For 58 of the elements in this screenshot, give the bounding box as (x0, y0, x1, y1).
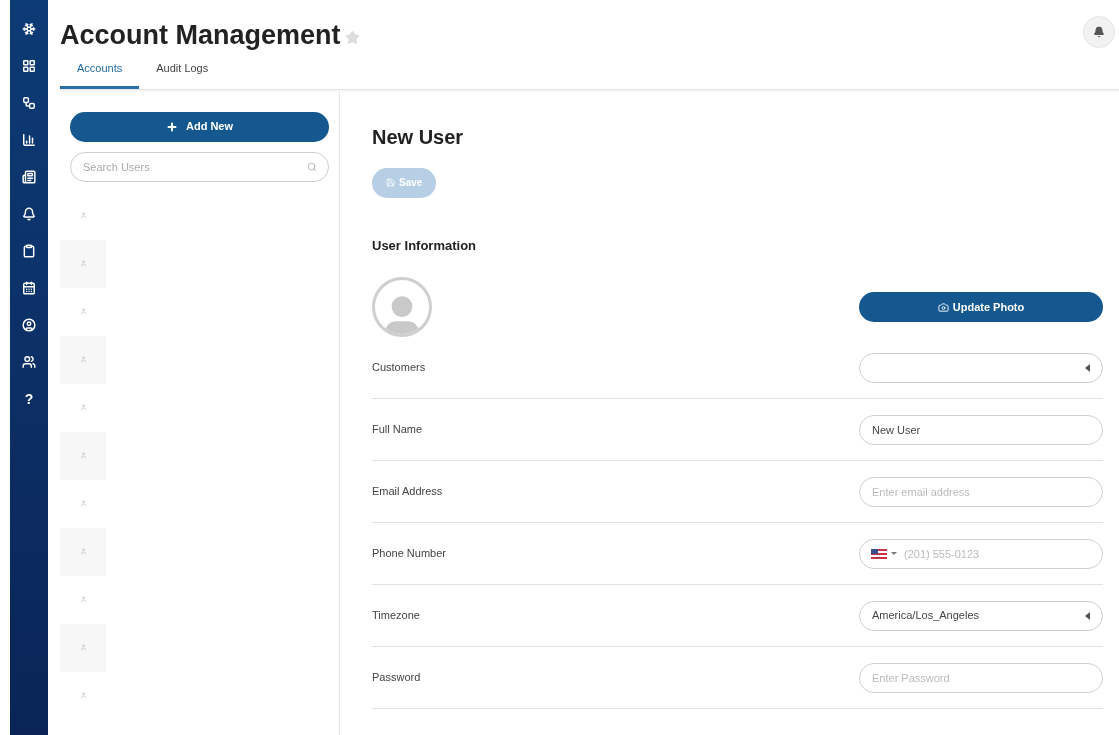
field-label: Customers (372, 360, 426, 376)
flow-icon[interactable] (22, 96, 36, 110)
user-icon (79, 644, 87, 651)
snowflake-logo-icon[interactable] (22, 22, 36, 36)
user-icon (79, 308, 87, 315)
caret-icon (1085, 611, 1090, 620)
search-field[interactable]: Search Users (70, 151, 329, 182)
user-icon (79, 356, 87, 363)
field-label: Email Address (372, 484, 443, 500)
page-title: Account Management (60, 22, 341, 49)
user-row[interactable] (60, 623, 106, 672)
camera-icon (937, 301, 949, 313)
help-icon[interactable]: ? (24, 392, 34, 406)
field-label: Password (372, 670, 421, 686)
avatar-placeholder (372, 277, 432, 337)
user-icon (79, 452, 87, 459)
user-icon (79, 500, 87, 507)
caret-icon (1085, 363, 1090, 372)
caret-icon (891, 552, 897, 555)
plus-icon (165, 120, 178, 133)
search-icon (307, 161, 317, 172)
user-circle-icon[interactable] (22, 318, 36, 332)
select-field[interactable]: America/Los_Angeles (859, 600, 1103, 631)
calendar-icon[interactable] (22, 281, 36, 295)
input-field[interactable]: New User (859, 414, 1103, 445)
grid-icon[interactable] (22, 59, 36, 73)
input-field[interactable]: Enter email address (859, 476, 1103, 507)
flag-icon[interactable] (871, 548, 887, 559)
field-label: Full Name (372, 422, 423, 438)
clipboard-icon[interactable] (22, 244, 36, 258)
user-row[interactable] (60, 335, 106, 384)
user-row[interactable] (60, 527, 106, 576)
notifications-button[interactable] (1083, 16, 1115, 48)
chart-icon[interactable] (22, 133, 36, 147)
bell-icon (1093, 26, 1105, 38)
detail-title: New User (372, 124, 465, 150)
tab[interactable]: Audit Logs (139, 57, 226, 89)
input-field[interactable]: Enter Password (859, 662, 1103, 693)
user-icon (79, 212, 87, 219)
user-icon (79, 596, 87, 603)
select-field[interactable] (859, 352, 1103, 383)
report-icon[interactable] (22, 170, 36, 184)
update-photo-button[interactable]: Update Photo (859, 292, 1103, 322)
user-row[interactable] (60, 431, 106, 480)
field-label: Phone Number (372, 546, 446, 562)
user-icon (79, 548, 87, 555)
phone-field[interactable]: (201) 555-0123 (859, 538, 1103, 569)
bell-icon[interactable] (22, 207, 36, 221)
user-icon (79, 692, 87, 699)
section-title: User Information (372, 236, 477, 255)
user-icon (79, 404, 87, 411)
user-icon (79, 260, 87, 267)
favorite-star-icon[interactable] (344, 30, 360, 45)
field-label: Timezone (372, 608, 420, 624)
users-icon[interactable] (22, 355, 36, 369)
add-new-button[interactable]: Add New (70, 111, 329, 142)
save-icon (386, 178, 395, 187)
user-row[interactable] (60, 239, 106, 288)
